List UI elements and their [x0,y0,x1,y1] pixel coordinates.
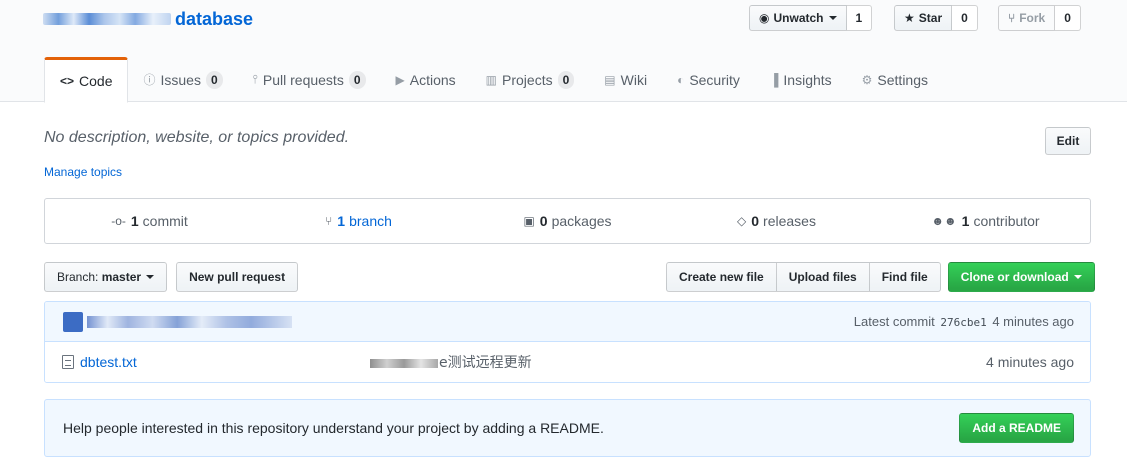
contributors-summary[interactable]: ☻☻ 1 contributor [881,199,1090,243]
branches-summary[interactable]: ⑂ 1 branch [254,199,463,243]
commits-summary[interactable]: -o- 1 commit [45,199,254,243]
commit-sha-link[interactable]: 276cbe1 [940,316,986,329]
file-navigation-right: Create new file Upload files Find file C… [666,262,1095,292]
clone-download-button[interactable]: Clone or download [947,262,1095,292]
graph-icon: ▐ [769,72,779,87]
fork-group: ⑂ Fork 0 [998,5,1081,31]
avatar[interactable] [63,311,83,332]
branch-icon: ⑂ [325,214,333,228]
tab-code[interactable]: <> Code [44,57,129,103]
file-actions-group: Create new file Upload files Find file [666,262,941,292]
play-icon: ▶ [395,72,405,87]
eye-icon: ◉ [759,11,770,25]
tab-projects[interactable]: ▥ Projects 0 [471,57,590,102]
unwatch-button[interactable]: ◉ Unwatch [749,5,847,31]
issues-counter: 0 [205,70,223,89]
repo-summary-bar: -o- 1 commit ⑂ 1 branch ▣ 0 packages ◇ 0… [44,198,1091,244]
star-button[interactable]: ★ Star [894,5,953,31]
releases-summary[interactable]: ◇ 0 releases [672,199,881,243]
book-icon: ▤ [604,72,616,87]
pull-requests-counter: 0 [348,70,366,89]
tab-actions[interactable]: ▶ Actions [381,57,471,102]
table-row: dbtest.txt e测试远程更新 4 minutes ago [45,342,1090,382]
tab-pull-requests[interactable]: ⫯ Pull requests 0 [238,57,381,102]
tab-issues[interactable]: ⓘ Issues 0 [128,57,237,102]
file-age: 4 minutes ago [986,354,1074,370]
readme-prompt: Help people interested in this repositor… [44,399,1091,457]
file-list: Latest commit 276cbe1 4 minutes ago dbte… [44,301,1091,383]
star-icon: ★ [904,11,915,25]
fork-icon: ⑂ [1008,11,1016,25]
project-icon: ▥ [485,72,498,87]
commit-message-redacted[interactable] [87,315,292,328]
watch-count[interactable]: 1 [846,5,873,31]
repo-name-link[interactable]: database [175,9,253,30]
repo-owner-redacted[interactable] [43,13,171,25]
tab-wiki[interactable]: ▤ Wiki [589,57,662,102]
edit-description-button[interactable]: Edit [1045,127,1091,155]
find-file-button[interactable]: Find file [868,262,941,292]
pull-request-icon: ⫯ [252,72,258,86]
repo-header: database ◉ Unwatch 1 ★ Star 0 ⑂ Fork 0 <… [0,0,1127,103]
watch-group: ◉ Unwatch 1 [749,5,873,31]
tab-settings[interactable]: ⚙ Settings [847,57,943,102]
new-pull-request-button[interactable]: New pull request [176,262,299,292]
people-icon: ☻☻ [931,214,957,228]
create-new-file-button[interactable]: Create new file [666,262,777,292]
readme-prompt-text: Help people interested in this repositor… [63,420,604,436]
manage-topics-link[interactable]: Manage topics [44,165,122,179]
repo-description: No description, website, or topics provi… [44,129,350,146]
code-icon: <> [60,74,75,88]
tag-icon: ◇ [737,214,747,228]
latest-commit-bar: Latest commit 276cbe1 4 minutes ago [45,302,1090,342]
chevron-down-icon [828,16,837,20]
repo-title: database [43,7,253,31]
upload-files-button[interactable]: Upload files [775,262,870,292]
add-readme-button[interactable]: Add a README [959,413,1074,443]
chevron-down-icon [146,275,155,279]
file-name-link[interactable]: dbtest.txt [80,354,370,370]
star-count[interactable]: 0 [952,5,978,31]
packages-summary[interactable]: ▣ 0 packages [463,199,672,243]
fork-button[interactable]: ⑂ Fork [998,5,1056,31]
redacted-text [370,358,438,368]
latest-commit-info: Latest commit 276cbe1 4 minutes ago [853,314,1074,329]
star-group: ★ Star 0 [894,5,978,31]
tab-insights[interactable]: ▐ Insights [755,57,847,102]
file-navigation-left: Branch: master New pull request [44,262,299,292]
gear-icon: ⚙ [861,72,873,87]
fork-count[interactable]: 0 [1055,5,1081,31]
commit-icon: -o- [111,214,126,228]
shield-icon: ◐ [677,72,685,87]
chevron-down-icon [1073,275,1082,279]
package-icon: ▣ [523,214,535,228]
file-commit-message[interactable]: e测试远程更新 [370,352,532,372]
issue-icon: ⓘ [143,73,156,87]
repo-nav-tabs: <> Code ⓘ Issues 0 ⫯ Pull requests 0 ▶ A… [44,57,943,103]
tab-security[interactable]: ◐ Security [662,57,755,102]
branch-select-button[interactable]: Branch: master [44,262,168,292]
file-icon [62,355,74,369]
projects-counter: 0 [557,70,575,89]
